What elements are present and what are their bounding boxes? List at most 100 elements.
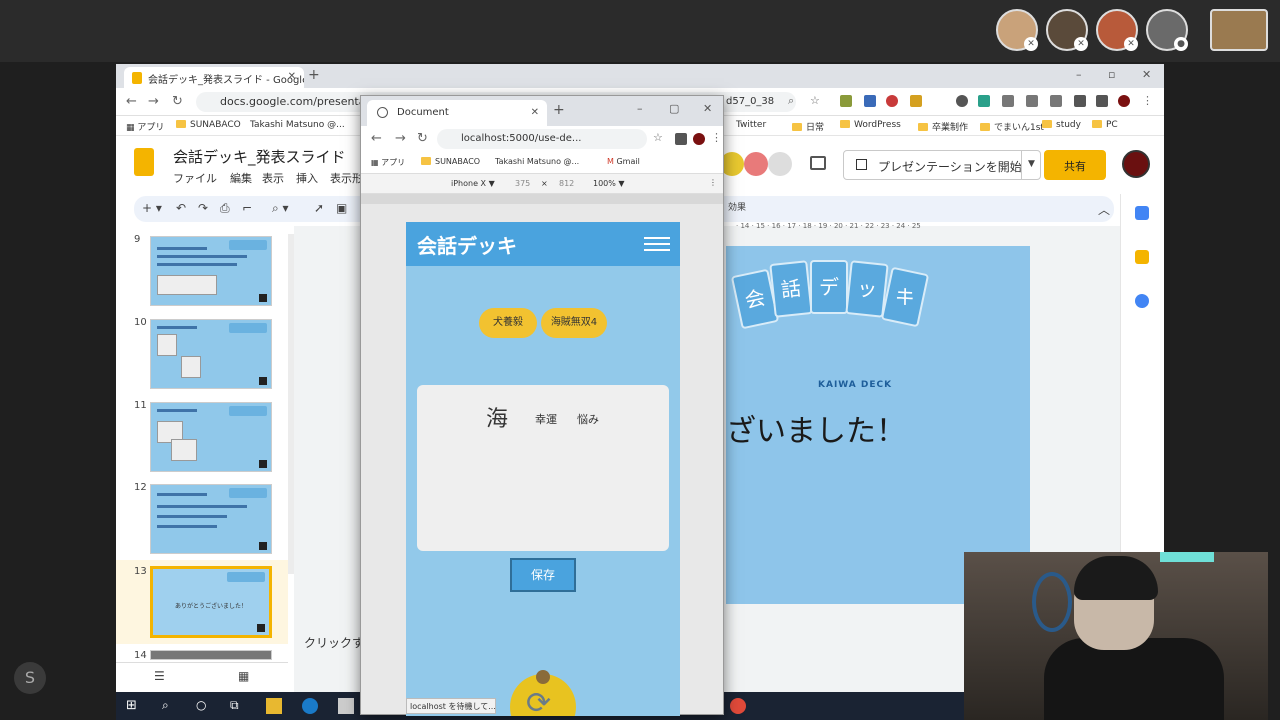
device-height[interactable]: 812 (559, 179, 574, 188)
browser-tab[interactable]: Document ✕ (367, 100, 547, 126)
new-tab-icon[interactable]: + (308, 67, 320, 83)
bookmark-gmail[interactable]: M Gmail (607, 157, 640, 166)
slide-thumbnail[interactable] (150, 650, 272, 660)
menu-kebab-icon[interactable]: ⋮ (711, 131, 722, 144)
bookmark-folder[interactable]: SUNABACO (421, 157, 480, 166)
select-cursor-icon[interactable]: ➚ (314, 201, 324, 215)
edge-icon[interactable] (302, 698, 318, 714)
minimize-icon[interactable]: – (637, 102, 643, 115)
extension-icon[interactable] (956, 95, 968, 107)
comment-icon[interactable] (810, 156, 826, 170)
present-button[interactable]: プレゼンテーションを開始 (843, 150, 1041, 180)
collaborator-avatar[interactable] (744, 152, 768, 176)
participant-avatar[interactable]: ✕ (1046, 9, 1088, 51)
participant-avatar[interactable]: ✕ (996, 9, 1038, 51)
device-width[interactable]: 375 (515, 179, 530, 188)
extension-icon[interactable] (886, 95, 898, 107)
redo-icon[interactable]: ↷ (198, 201, 208, 215)
profile-icon[interactable] (693, 133, 705, 145)
slide-thumbnail[interactable] (150, 236, 272, 306)
menu-file[interactable]: ファイル (173, 170, 217, 186)
menu-kebab-icon[interactable]: ⋮ (1142, 94, 1153, 107)
present-dropdown-icon[interactable]: ▼ (1021, 150, 1041, 180)
speaker-notes[interactable]: クリックす (304, 634, 364, 651)
text-box-icon[interactable]: ▣ (336, 201, 347, 215)
profile-icon[interactable] (1118, 95, 1130, 107)
menu-insert[interactable]: 挿入 (296, 170, 318, 186)
slide-thumbnail-selected[interactable]: ありがとうございました！ (150, 566, 272, 638)
task-view-icon[interactable]: ⧉ (230, 698, 246, 714)
collaborator-avatar[interactable] (768, 152, 792, 176)
participant-video[interactable] (1210, 9, 1268, 51)
bookmark-folder[interactable]: WordPress (840, 120, 901, 130)
star-icon[interactable]: ☆ (810, 94, 820, 107)
slide-thumbnail[interactable] (150, 319, 272, 389)
windows-start-icon[interactable]: ⊞ (126, 698, 142, 714)
store-icon[interactable] (338, 698, 354, 714)
url-field[interactable]: localhost:5000/use-de... (437, 129, 647, 149)
current-slide[interactable]: 会 話 デ ッ キ KAIWA DECK ざいました！ (726, 246, 1030, 604)
paint-format-icon[interactable]: ⌐ (242, 201, 252, 215)
media-icon[interactable] (1096, 95, 1108, 107)
skype-icon[interactable]: S (14, 662, 46, 694)
account-avatar[interactable] (1122, 150, 1150, 178)
bookmark-folder[interactable]: SUNABACO (176, 120, 241, 130)
extension-icon[interactable] (978, 95, 990, 107)
effect-tab[interactable]: 効果 (728, 200, 746, 213)
slide-thumbnail[interactable] (150, 484, 272, 554)
print-icon[interactable]: ⎙ (220, 201, 230, 216)
bookmark-folder[interactable]: PC (1092, 120, 1118, 130)
star-icon[interactable]: ☆ (653, 131, 663, 144)
extension-icon[interactable] (910, 95, 922, 107)
zoom-icon[interactable]: ⌕ ▾ (272, 201, 289, 216)
bookmark-folder[interactable]: 日常 (792, 120, 824, 133)
bookmark-folder[interactable]: study (1042, 120, 1081, 130)
reload-button[interactable]: ⟳ (510, 670, 576, 716)
undo-icon[interactable]: ↶ (176, 201, 186, 215)
puzzle-icon[interactable] (1074, 95, 1086, 107)
extension-icon[interactable] (1002, 95, 1014, 107)
hamburger-menu-icon[interactable] (644, 237, 670, 251)
grid-view-icon[interactable]: ▦ (238, 669, 249, 683)
tag-pill[interactable]: 海賊無双4 (541, 308, 607, 338)
chrome-icon[interactable] (730, 698, 746, 714)
extension-icon[interactable] (840, 95, 852, 107)
slides-logo-icon[interactable] (134, 148, 154, 176)
participant-avatar[interactable]: ● (1146, 9, 1188, 51)
tasks-icon[interactable] (1135, 294, 1149, 308)
filmstrip-scrollbar[interactable] (288, 234, 294, 574)
save-button[interactable]: 保存 (510, 558, 576, 592)
new-tab-icon[interactable]: + (553, 102, 565, 118)
forward-icon[interactable]: → (148, 94, 159, 109)
search-icon[interactable]: ⌕ (162, 698, 178, 714)
menu-view[interactable]: 表示 (262, 170, 284, 186)
file-explorer-icon[interactable] (266, 698, 282, 714)
tag-pill[interactable]: 犬養毅 (479, 308, 537, 338)
extension-icon[interactable] (1050, 95, 1062, 107)
bookmark-link[interactable]: Takashi Matsuno @... (250, 120, 345, 130)
share-button[interactable]: 共有 (1044, 150, 1106, 180)
extension-icon[interactable] (1026, 95, 1038, 107)
forward-icon[interactable]: → (395, 131, 406, 146)
participant-avatar[interactable]: ✕ (1096, 9, 1138, 51)
maximize-icon[interactable]: ▫ (1108, 68, 1115, 81)
back-icon[interactable]: ← (371, 131, 382, 146)
browser-tab[interactable]: 会話デッキ_発表スライド - Google ✕ (124, 67, 304, 88)
new-slide-icon[interactable]: + ▾ (142, 201, 162, 215)
close-tab-icon[interactable]: ✕ (288, 71, 296, 82)
bookmark-folder[interactable]: 卒業制作 (918, 120, 968, 133)
cortana-icon[interactable]: ○ (196, 698, 212, 714)
close-window-icon[interactable]: ✕ (703, 102, 712, 115)
menu-edit[interactable]: 編集 (230, 170, 252, 186)
device-select[interactable]: iPhone X ▼ (451, 179, 495, 188)
slide-thumbnail[interactable] (150, 402, 272, 472)
bookmark-apps[interactable]: ▦ アプリ (371, 157, 405, 168)
keep-icon[interactable] (1135, 250, 1149, 264)
extension-icon[interactable] (864, 95, 876, 107)
maximize-icon[interactable]: ▢ (669, 102, 679, 115)
zoom-icon[interactable]: ⌕ (788, 94, 794, 108)
close-tab-icon[interactable]: ✕ (531, 107, 539, 118)
bookmark-apps[interactable]: ▦ アプリ (126, 120, 164, 133)
reload-icon[interactable]: ↻ (417, 131, 428, 146)
zoom-select[interactable]: 100% ▼ (593, 179, 625, 188)
